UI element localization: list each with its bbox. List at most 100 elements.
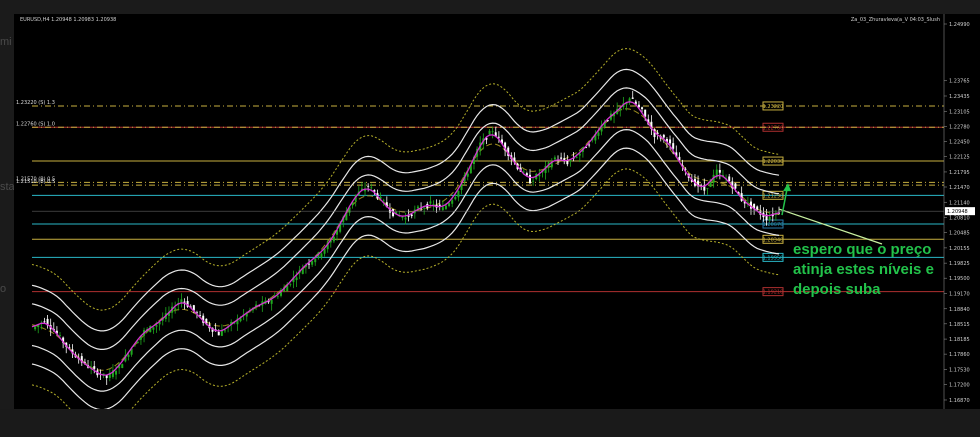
price-tick-label: 1.17200 xyxy=(949,383,970,389)
level-label: 1.19950 xyxy=(763,255,784,261)
price-tick-label: 1.21795 xyxy=(949,170,970,176)
candle-body xyxy=(448,203,451,207)
candle-body xyxy=(59,335,62,336)
candle-body xyxy=(127,354,130,357)
price-tick-label: 1.23435 xyxy=(949,94,970,100)
candle-body xyxy=(575,156,578,158)
candle-body xyxy=(295,277,298,281)
candle-body xyxy=(270,299,273,304)
candle-body xyxy=(566,160,569,165)
outer-band-lower xyxy=(31,168,780,409)
price-tick-label: 1.18840 xyxy=(949,307,970,313)
inner-band-lower xyxy=(31,128,780,392)
candle-body xyxy=(314,258,317,263)
candle-body xyxy=(276,296,279,298)
projection-line xyxy=(778,208,883,245)
candle-body xyxy=(152,327,155,330)
candle-body xyxy=(423,207,426,209)
candle-body xyxy=(136,341,139,343)
background-text-fragment: sta xyxy=(0,181,15,193)
candle-body xyxy=(308,263,311,265)
candle-body xyxy=(631,97,634,99)
current-price-label: 1.20948 xyxy=(947,209,968,215)
price-tick-label: 1.21470 xyxy=(949,185,970,191)
candle-body xyxy=(174,308,177,310)
candle-body xyxy=(217,331,220,336)
candle-body xyxy=(553,157,556,160)
candle-body xyxy=(734,183,737,189)
level-label: 1.23220 xyxy=(763,104,784,110)
candle-body xyxy=(706,188,709,190)
candle-body xyxy=(466,173,469,177)
candle-body xyxy=(432,204,435,205)
candle-body xyxy=(121,364,124,369)
price-tick-label: 1.24990 xyxy=(949,22,970,28)
candle-body xyxy=(401,216,404,218)
candle-body xyxy=(289,283,292,285)
price-tick-label: 1.16870 xyxy=(949,398,970,404)
price-tick-label: 1.22780 xyxy=(949,124,970,130)
candle-body xyxy=(588,144,591,146)
candle-body xyxy=(34,326,37,330)
level-label: 1.22760 xyxy=(763,125,784,131)
price-tick-label: 1.18185 xyxy=(949,337,970,343)
price-tick-label: 1.20485 xyxy=(949,231,970,237)
candle-body xyxy=(529,174,531,184)
price-tick-label: 1.22450 xyxy=(949,140,970,146)
candle-body xyxy=(429,201,432,204)
candle-body xyxy=(768,216,771,221)
indicator-label: Za_03_Zhuravleva(a_V 04:03_Slush xyxy=(850,17,940,23)
background-text-fragment: mi xyxy=(0,36,12,48)
candle-body xyxy=(370,187,373,189)
price-tick-label: 1.17860 xyxy=(949,352,970,358)
price-tick-label: 1.22125 xyxy=(949,155,970,161)
level-label: 1.19210 xyxy=(763,290,784,296)
screenshot-frame: mi sta o 1.23220 1.22760 1.22030 1.21290 1.2… xyxy=(0,0,980,437)
candle-body xyxy=(180,299,183,303)
outer-bright-band-lower xyxy=(31,147,780,409)
price-tick-label: 1.18515 xyxy=(949,322,970,328)
level-tag: 1.22760 (S) 1.0 xyxy=(16,121,55,127)
candle-body xyxy=(320,253,323,258)
price-tick-label: 1.23105 xyxy=(949,109,970,115)
candle-body xyxy=(93,366,96,369)
price-tick-label: 1.23765 xyxy=(949,79,970,85)
candle-body xyxy=(410,214,413,217)
price-tick-label: 1.20810 xyxy=(949,216,970,222)
candle-body xyxy=(441,207,444,211)
candle-body xyxy=(155,325,158,327)
chart-window[interactable]: 1.23220 1.22760 1.22030 1.21290 1.20670 1.203… xyxy=(14,14,980,409)
candle-body xyxy=(105,375,108,379)
candle-body xyxy=(532,180,535,182)
candle-body xyxy=(115,370,118,375)
candle-body xyxy=(382,200,385,202)
candle-body xyxy=(672,143,675,149)
candle-body xyxy=(491,131,494,133)
price-chart[interactable]: 1.23220 1.22760 1.22030 1.21290 1.20670 1.203… xyxy=(14,14,980,409)
candle-body xyxy=(367,185,370,187)
candle-body xyxy=(560,157,563,159)
level-label: 1.22030 xyxy=(763,159,784,165)
annotation-text: espero que o preço atinja estes níveis e… xyxy=(793,241,934,298)
price-tick-label: 1.21140 xyxy=(949,200,970,206)
level-label: 1.20670 xyxy=(763,222,784,228)
candle-body xyxy=(457,190,460,198)
candle-body xyxy=(454,197,457,200)
bottom-bar xyxy=(0,409,980,437)
level-label: 1.21290 xyxy=(763,193,784,199)
level-tag: 1.23220 (S) 1.3 xyxy=(16,100,55,106)
candle-body xyxy=(332,236,335,242)
outer-band-upper xyxy=(31,48,780,311)
background-text-fragment: o xyxy=(0,283,7,295)
candle-body xyxy=(728,176,731,182)
candle-body xyxy=(488,130,491,135)
level-label: 1.20340 xyxy=(763,237,784,243)
candle-body xyxy=(756,206,759,210)
candle-body xyxy=(311,261,314,265)
candle-body xyxy=(416,206,419,209)
candle-body xyxy=(404,217,407,220)
candle-body xyxy=(444,205,447,209)
level-tag: 1.21510 (B) 0.5 xyxy=(16,179,55,185)
candle-body xyxy=(641,107,644,110)
candle-body xyxy=(497,136,500,138)
